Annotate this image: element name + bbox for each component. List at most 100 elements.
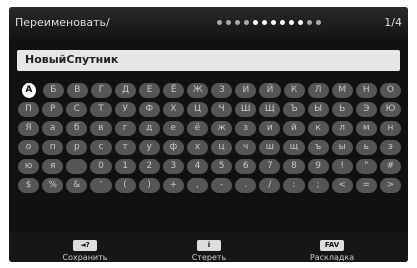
keyboard-key[interactable]: 6 [235, 159, 257, 174]
keyboard-key[interactable]: з [235, 121, 257, 136]
keyboard-key[interactable]: м [355, 121, 377, 136]
keyboard-key[interactable]: Щ [259, 102, 281, 117]
keyboard-key[interactable]: ) [138, 178, 160, 193]
keyboard-key[interactable]: / [259, 178, 281, 193]
keyboard-key[interactable]: у [138, 140, 160, 155]
keyboard-key[interactable]: Я [18, 121, 40, 136]
keyboard-key[interactable]: а [42, 121, 64, 136]
keyboard-key[interactable]: 1 [114, 159, 136, 174]
keyboard-key[interactable]: $ [18, 178, 40, 193]
keyboard-key[interactable]: ь [355, 140, 377, 155]
keyboard-key[interactable]: У [114, 102, 136, 117]
keyboard-key[interactable]: г [114, 121, 136, 136]
keyboard-key[interactable]: с [90, 140, 112, 155]
keyboard-key[interactable]: & [66, 178, 88, 193]
keyboard-key[interactable]: Ч [211, 102, 233, 117]
keyboard-key[interactable]: 9 [307, 159, 329, 174]
keyboard-key[interactable]: Ю [379, 102, 401, 117]
keyboard-key[interactable]: - [211, 178, 233, 193]
keyboard-key[interactable]: , [186, 178, 208, 193]
keyboard-key[interactable]: 4 [186, 159, 208, 174]
keyboard-key[interactable]: П [18, 102, 40, 117]
keyboard-key[interactable]: й [283, 121, 305, 136]
keyboard-key[interactable]: 5 [211, 159, 233, 174]
keyboard-key[interactable]: 3 [162, 159, 184, 174]
keyboard-key[interactable]: В [66, 83, 88, 98]
keyboard-key[interactable]: 2 [138, 159, 160, 174]
save-button[interactable]: ◄? Сохранить [45, 232, 125, 262]
keyboard-key[interactable]: д [138, 121, 160, 136]
layout-button[interactable]: FAV Раскладка [292, 232, 372, 262]
keyboard-key[interactable]: Б [42, 83, 64, 98]
keyboard-key[interactable]: Й [259, 83, 281, 98]
keyboard-key[interactable]: о [18, 140, 40, 155]
keyboard-key[interactable]: ц [211, 140, 233, 155]
keyboard-key[interactable]: щ [283, 140, 305, 155]
keyboard-key[interactable]: К [283, 83, 305, 98]
keyboard-key[interactable]: Г [90, 83, 112, 98]
keyboard-key[interactable]: ф [162, 140, 184, 155]
keyboard-key[interactable]: Ф [138, 102, 160, 117]
keyboard-key[interactable]: в [90, 121, 112, 136]
keyboard-key[interactable]: 0 [90, 159, 112, 174]
keyboard-key[interactable]: ю [18, 159, 40, 174]
keyboard-key[interactable]: Л [307, 83, 329, 98]
keyboard-key[interactable]: Н [355, 83, 377, 98]
keyboard-key[interactable]: 7 [259, 159, 281, 174]
keyboard-key[interactable]: Ь [331, 102, 353, 117]
keyboard-key[interactable] [66, 159, 88, 174]
keyboard-key[interactable]: б [66, 121, 88, 136]
keyboard-key[interactable]: Р [42, 102, 64, 117]
keyboard-key[interactable]: З [211, 83, 233, 98]
keyboard-key[interactable]: 8 [283, 159, 305, 174]
keyboard-key[interactable]: Ъ [283, 102, 305, 117]
keyboard-key[interactable]: И [235, 83, 257, 98]
delete-button[interactable]: i Стереть [169, 232, 249, 262]
keyboard-key[interactable]: ш [259, 140, 281, 155]
keyboard-key[interactable]: Х [162, 102, 184, 117]
keyboard-key[interactable]: к [307, 121, 329, 136]
keyboard-key[interactable]: н [379, 121, 401, 136]
keyboard-key[interactable]: С [66, 102, 88, 117]
keyboard-key[interactable]: Е [139, 83, 161, 98]
keyboard-key[interactable]: . [235, 178, 257, 193]
keyboard-key[interactable]: = [355, 178, 377, 193]
name-input[interactable]: НовыйСпутник [17, 50, 400, 71]
keyboard-key[interactable]: т [114, 140, 136, 155]
keyboard-key[interactable]: " [355, 159, 377, 174]
keyboard-key[interactable]: М [331, 83, 353, 98]
keyboard-key[interactable]: е [162, 121, 184, 136]
keyboard-key[interactable]: : [283, 178, 305, 193]
keyboard-key[interactable]: < [331, 178, 353, 193]
keyboard-key[interactable]: Ш [235, 102, 257, 117]
keyboard-key[interactable]: ы [331, 140, 353, 155]
keyboard-key[interactable]: э [379, 140, 401, 155]
keyboard-key[interactable]: ( [114, 178, 136, 193]
keyboard-key[interactable]: и [259, 121, 281, 136]
keyboard-key[interactable]: А [22, 83, 36, 98]
keyboard-key[interactable]: Ы [307, 102, 329, 117]
keyboard-key[interactable]: Д [114, 83, 137, 98]
keyboard-key[interactable]: % [42, 178, 64, 193]
keyboard-key[interactable]: ; [307, 178, 329, 193]
keyboard-key[interactable]: ч [235, 140, 257, 155]
keyboard-key[interactable]: п [42, 140, 64, 155]
keyboard-key[interactable]: Ц [186, 102, 208, 117]
keyboard-key[interactable]: я [42, 159, 64, 174]
keyboard-key[interactable]: # [379, 159, 401, 174]
keyboard-key[interactable]: ! [331, 159, 353, 174]
keyboard-key[interactable]: О [379, 83, 401, 98]
keyboard-key[interactable]: Ж [187, 83, 209, 98]
keyboard-key[interactable]: х [186, 140, 208, 155]
keyboard-key[interactable]: ё [186, 121, 208, 136]
keyboard-key[interactable]: р [66, 140, 88, 155]
keyboard-key[interactable]: ъ [307, 140, 329, 155]
keyboard-key[interactable]: л [331, 121, 353, 136]
keyboard-key[interactable]: Э [355, 102, 377, 117]
keyboard-key[interactable]: ж [211, 121, 233, 136]
keyboard-key[interactable]: > [379, 178, 401, 193]
keyboard-key[interactable]: + [162, 178, 184, 193]
keyboard-key[interactable]: Т [90, 102, 112, 117]
keyboard-key[interactable]: Ё [163, 83, 185, 98]
keyboard-key[interactable]: ' [90, 178, 112, 193]
